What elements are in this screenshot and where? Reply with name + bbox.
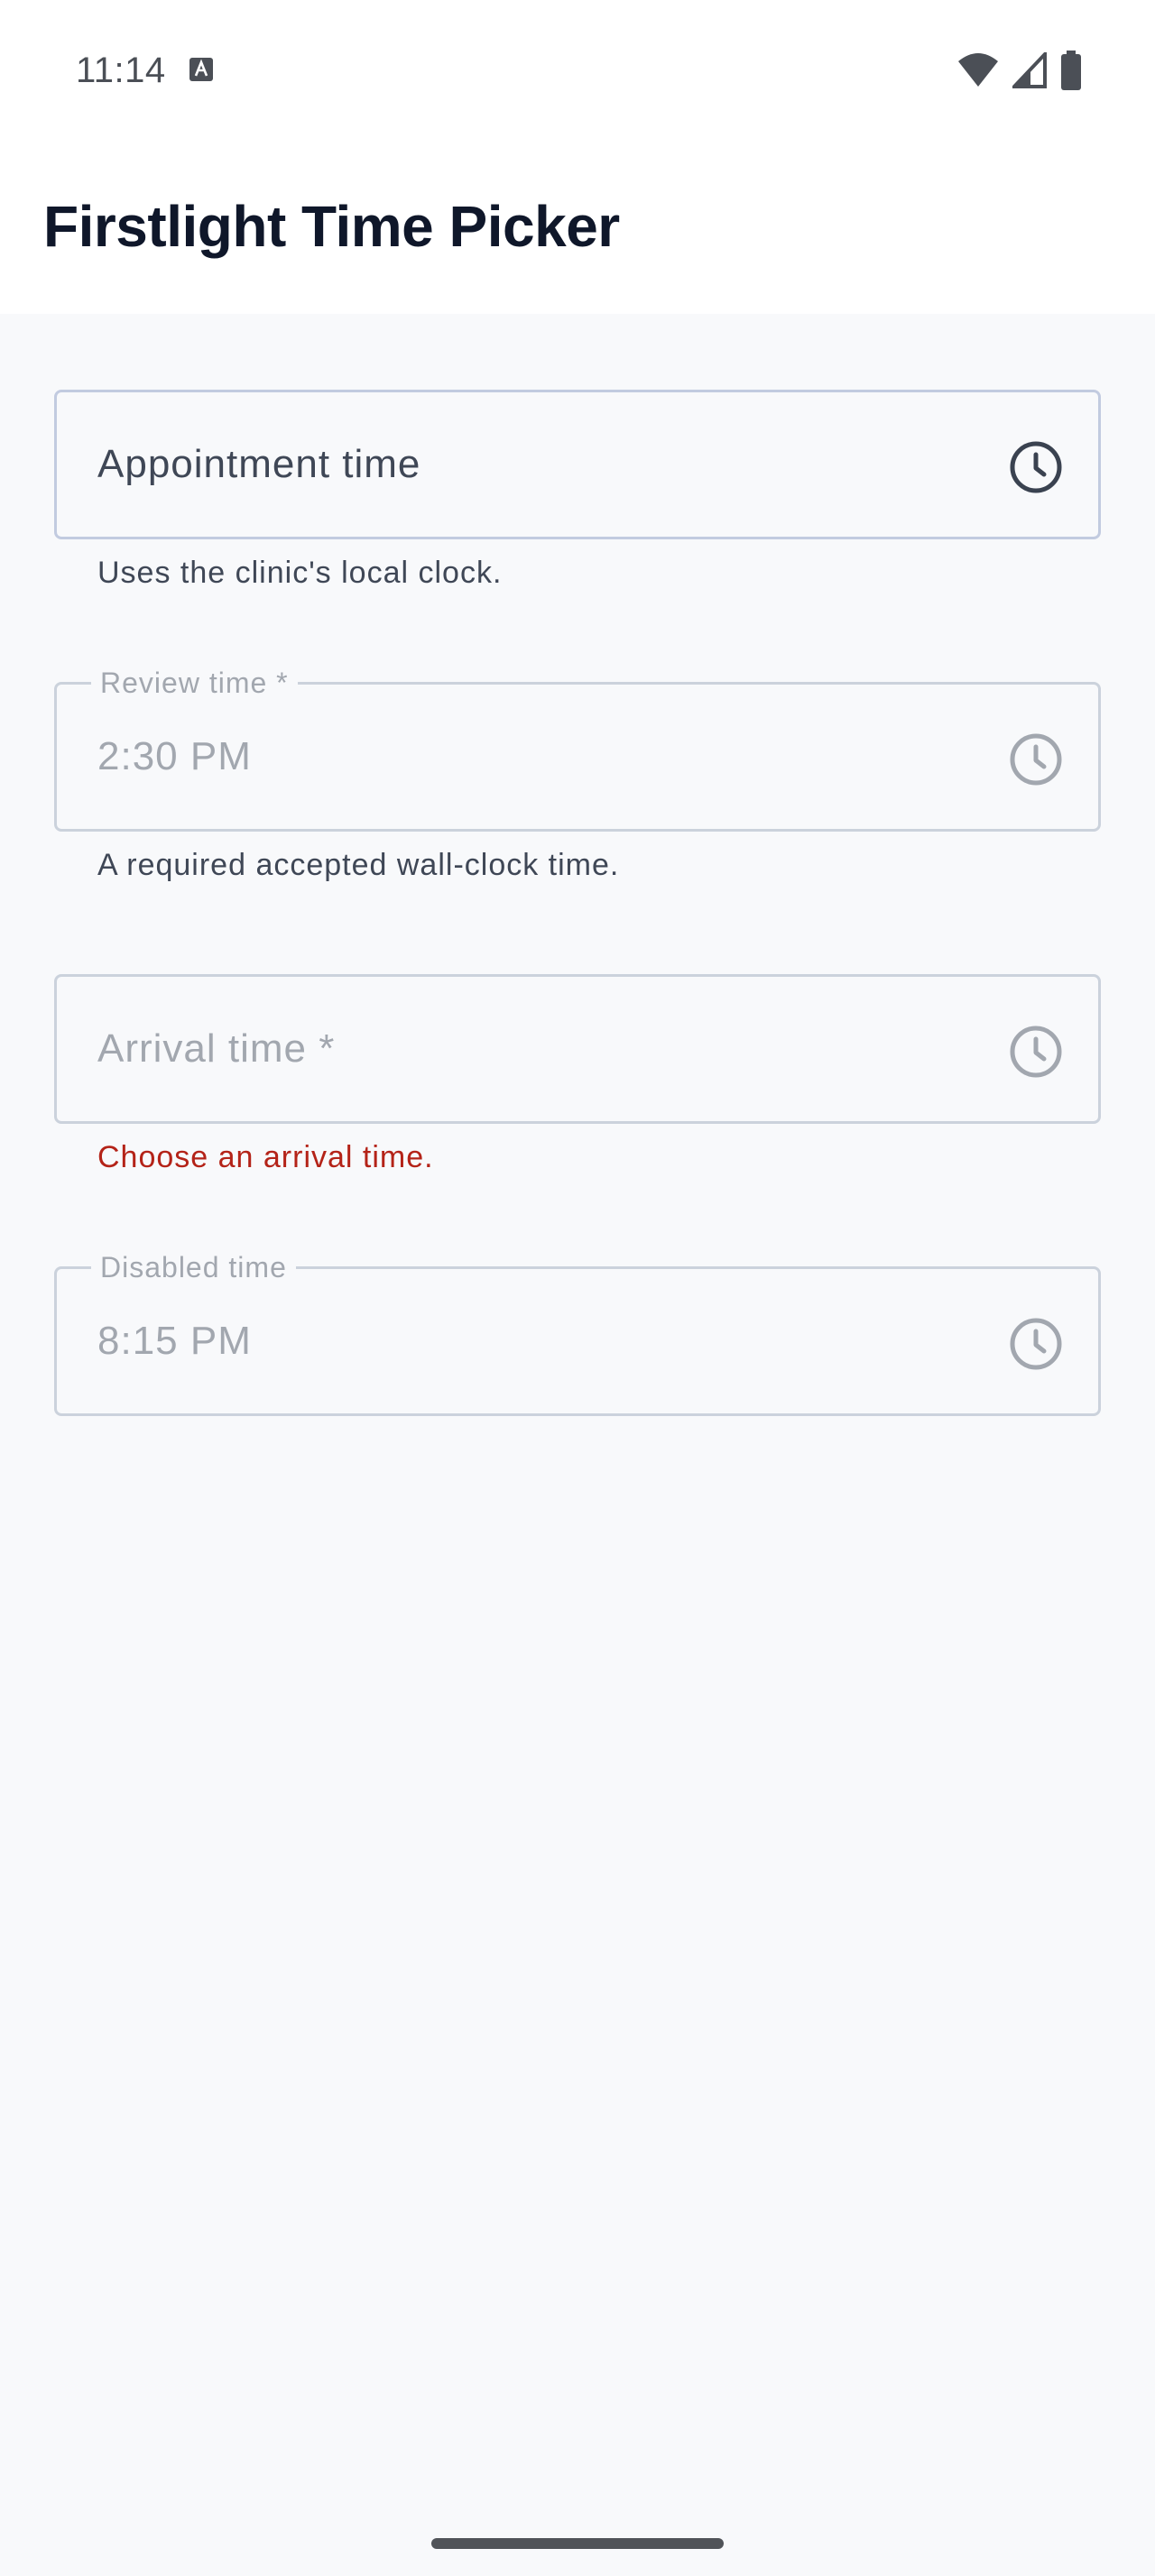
appointment-time-helper: Uses the clinic's local clock.	[97, 556, 503, 590]
status-time: 11:14	[76, 51, 166, 90]
appointment-time-input[interactable]: Appointment time	[54, 390, 1101, 539]
disabled-time-value: 8:15 PM	[97, 1319, 252, 1363]
page-title: Firstlight Time Picker	[43, 194, 620, 259]
arrival-time-placeholder: Arrival time *	[97, 1026, 336, 1071]
clock-icon[interactable]	[1008, 439, 1064, 495]
arrival-time-input[interactable]: Arrival time *	[54, 974, 1101, 1124]
status-bar: 11:14	[0, 0, 1155, 141]
home-gesture-bar[interactable]	[431, 2538, 724, 2549]
review-time-value: 2:30 PM	[97, 734, 252, 778]
clock-icon[interactable]	[1008, 731, 1064, 787]
app-bar: Firstlight Time Picker	[0, 141, 1155, 314]
arrival-time-error: Choose an arrival time.	[97, 1140, 434, 1174]
review-time-helper: A required accepted wall-clock time.	[97, 848, 620, 882]
review-time-input[interactable]: Review time * 2:30 PM	[54, 667, 1101, 832]
wifi-icon	[958, 53, 998, 87]
status-icons	[956, 51, 1083, 90]
arrival-time-field-group: Arrival time * Choose an arrival time.	[54, 974, 1101, 1175]
appointment-time-placeholder: Appointment time	[97, 442, 421, 486]
disabled-time-field-group: Disabled time 8:15 PM	[54, 1251, 1101, 1416]
battery-icon	[1061, 51, 1081, 90]
appointment-time-field-group: Appointment time Uses the clinic's local…	[54, 390, 1101, 591]
clock-icon	[1010, 1318, 1062, 1370]
review-time-field-group: Review time * 2:30 PM A required accepte…	[54, 667, 1101, 883]
notification-a-icon	[189, 58, 213, 81]
signal-icon	[1012, 52, 1047, 88]
disabled-time-input: Disabled time 8:15 PM	[54, 1251, 1101, 1416]
clock-icon[interactable]	[1008, 1024, 1064, 1080]
